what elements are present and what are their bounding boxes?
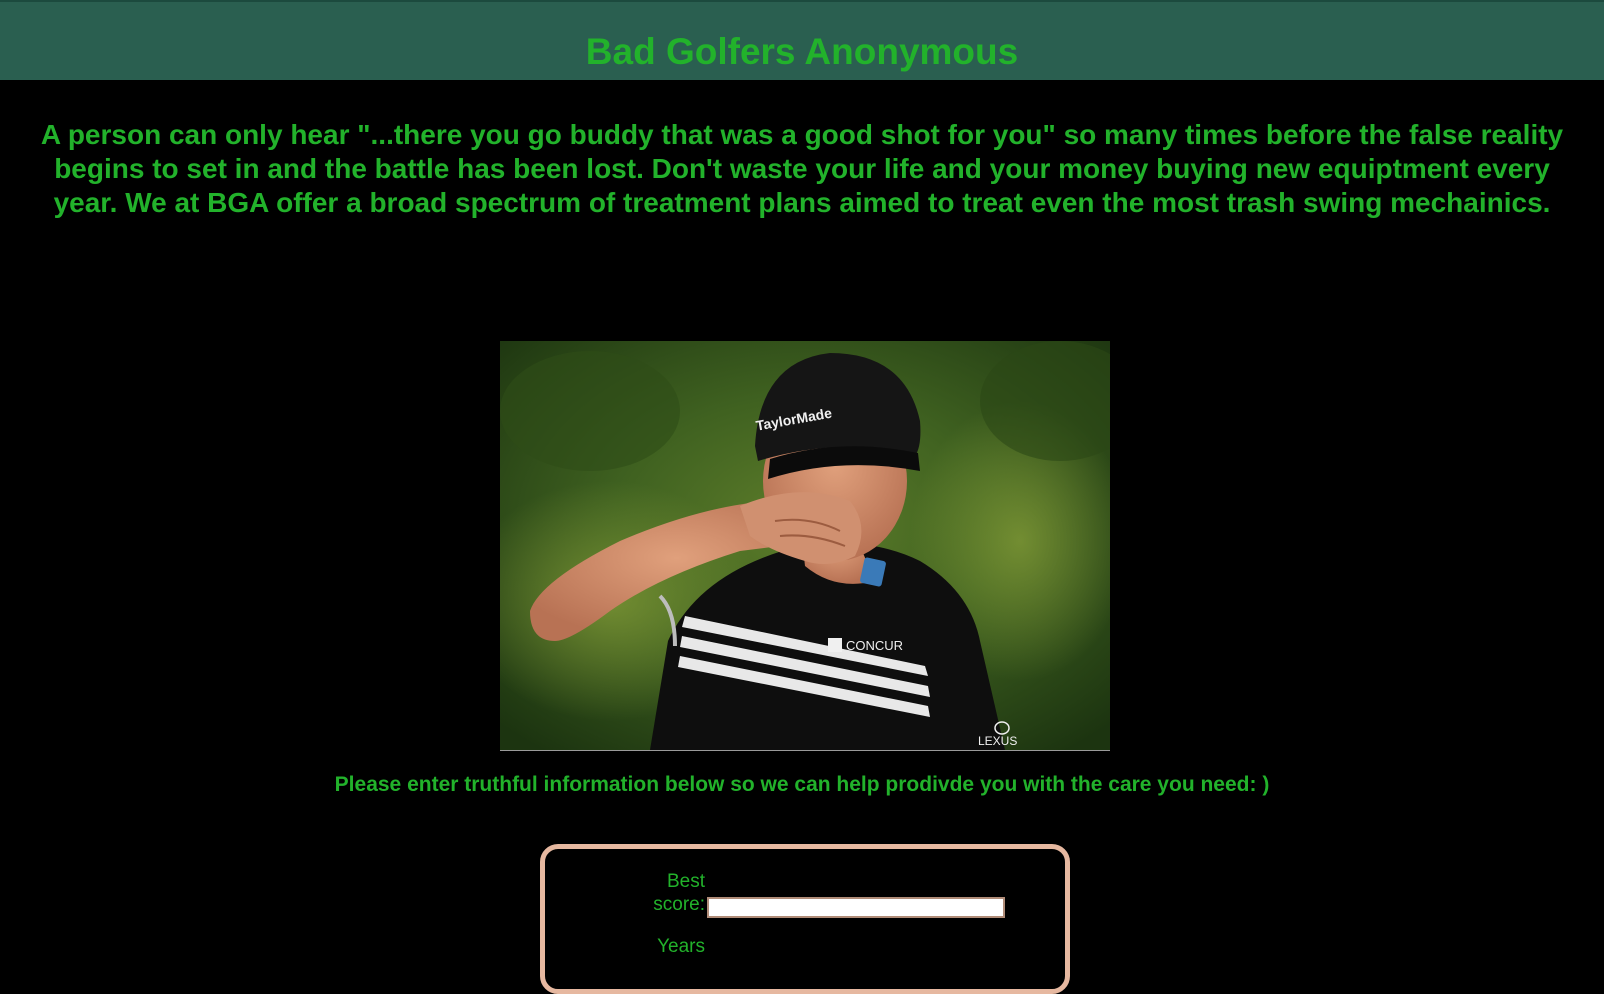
crying-golfer-photo: TaylorMade CONCUR LEXUS [500, 341, 1110, 751]
lexus-logo-text: LEXUS [978, 734, 1017, 748]
years-label: Years [595, 935, 705, 958]
best-score-label-line2: score: [653, 894, 705, 915]
form-prompt: Please enter truthful information below … [334, 773, 1270, 796]
shirt-logo-text: CONCUR [846, 638, 903, 653]
intro-paragraph: A person can only hear "...there you go … [40, 119, 1564, 218]
best-score-label: Best score: [595, 870, 705, 916]
best-score-input[interactable] [707, 897, 1005, 918]
years-label-line1: Years [657, 936, 705, 957]
site-title: Bad Golfers Anonymous [585, 31, 1019, 72]
site-header: Bad Golfers Anonymous [0, 0, 1604, 80]
best-score-label-line1: Best [666, 871, 705, 892]
signup-form: Best score: Years [540, 844, 1070, 994]
